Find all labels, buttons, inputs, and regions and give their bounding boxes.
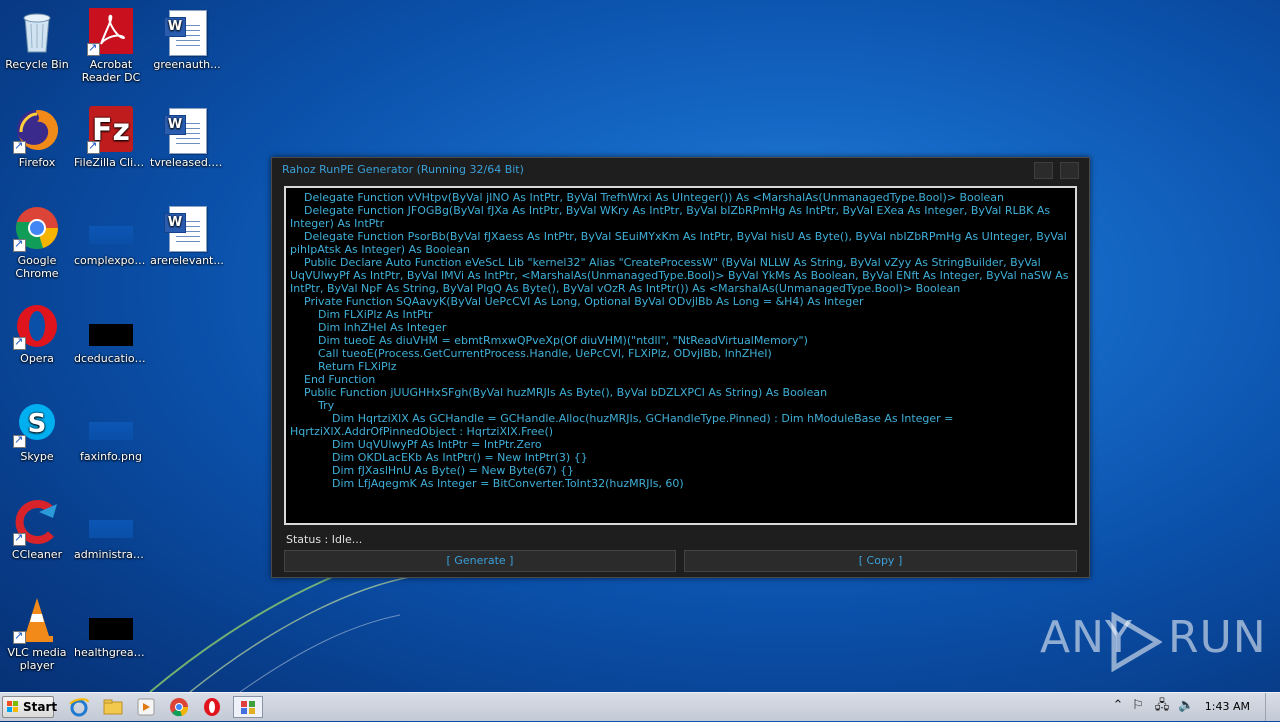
desktop-icon-label: tvreleased.rtf	[150, 156, 224, 169]
desktop-icon-complexpoo[interactable]: complexpoo...	[74, 204, 148, 267]
taskbar: Start ⌃ ⚐ 🖧 🔈 1:43 AM	[0, 692, 1280, 721]
taskbar-runpe-generator[interactable]	[233, 696, 263, 718]
clock[interactable]: 1:43 AM	[1205, 700, 1250, 713]
desktop-icon-ccleaner[interactable]: CCleaner	[0, 498, 74, 561]
desktop-icon-label: VLC media player	[7, 646, 67, 672]
black-file-icon	[87, 302, 135, 350]
start-button[interactable]: Start	[2, 696, 58, 718]
desktop-icon-label: arerelevant...	[150, 254, 224, 267]
runpe-generator-window[interactable]: Rahoz RunPE Generator (Running 32/64 Bit…	[271, 157, 1090, 578]
desktop-icon-label: dceducation...	[74, 352, 148, 365]
code-textarea[interactable]: Delegate Function vVHtpv(ByVal jINO As I…	[284, 186, 1077, 525]
desktop-icon-administrati[interactable]: administrati...	[74, 498, 148, 561]
taskbar-media-player[interactable]	[135, 696, 161, 718]
desktop-icon-opera[interactable]: Opera	[0, 302, 74, 365]
desktop-icon-label: Recycle Bin	[5, 58, 69, 71]
desktop-icon-recycle-bin[interactable]: Recycle Bin	[0, 8, 74, 71]
filezilla-icon: Fz	[87, 106, 135, 154]
desktop-icon-label: FileZilla Client	[74, 156, 148, 169]
desktop-icon-label: Opera	[20, 352, 54, 365]
desktop-icon-label: CCleaner	[11, 548, 63, 561]
shortcut-arrow-icon	[13, 335, 26, 350]
desktop-icon-faxinfo[interactable]: faxinfo.png	[74, 400, 148, 463]
desktop-icon-label: Google Chrome	[15, 254, 59, 280]
desktop-icon-tvreleased[interactable]: W tvreleased.rtf	[150, 106, 224, 169]
desktop-icon-label: administrati...	[74, 548, 148, 561]
shortcut-arrow-icon	[13, 531, 26, 546]
window-title: Rahoz RunPE Generator (Running 32/64 Bit…	[282, 163, 524, 176]
media-player-icon	[137, 698, 155, 716]
skype-icon: S	[13, 400, 61, 448]
blank-file-icon	[87, 498, 135, 546]
word-document-icon: W	[163, 204, 211, 252]
ccleaner-icon	[13, 498, 61, 546]
minimize-button[interactable]	[1034, 162, 1053, 179]
action-center-flag-icon[interactable]: ⚐	[1130, 698, 1146, 714]
close-button[interactable]	[1060, 162, 1079, 179]
blank-file-icon	[87, 400, 135, 448]
desktop-icon-chrome[interactable]: Google Chrome	[0, 204, 74, 280]
opera-icon	[204, 698, 220, 716]
desktop-icon-firefox[interactable]: Firefox	[0, 106, 74, 169]
shortcut-arrow-icon	[13, 433, 26, 448]
anyrun-watermark-right: RUN	[1168, 612, 1267, 663]
chrome-icon	[13, 204, 61, 252]
word-document-icon: W	[163, 106, 211, 154]
shortcut-arrow-icon	[13, 139, 26, 154]
taskbar-opera[interactable]	[201, 696, 227, 718]
show-hidden-icons-icon[interactable]: ⌃	[1110, 698, 1126, 714]
word-document-icon: W	[163, 8, 211, 56]
desktop-icon-dceducation[interactable]: dceducation...	[74, 302, 148, 365]
generate-button[interactable]: [ Generate ]	[284, 550, 676, 572]
desktop-icon-label: Acrobat Reader DC	[81, 58, 141, 84]
taskbar-ie[interactable]	[68, 696, 94, 718]
desktop-icon-label: complexpoo...	[74, 254, 148, 267]
desktop-icon-acrobat[interactable]: Acrobat Reader DC	[74, 8, 148, 84]
show-desktop-button[interactable]	[1265, 693, 1280, 721]
folder-icon	[103, 699, 123, 715]
network-icon[interactable]: 🖧	[1154, 698, 1170, 714]
volume-icon[interactable]: 🔈	[1178, 698, 1194, 714]
firefox-icon	[13, 106, 61, 154]
desktop-icon-healthgreat[interactable]: healthgreat...	[74, 596, 148, 659]
desktop-icon-label: healthgreat...	[74, 646, 148, 659]
internet-explorer-icon	[69, 698, 89, 717]
shortcut-arrow-icon	[87, 139, 100, 154]
black-file-icon	[87, 596, 135, 644]
acrobat-icon	[87, 8, 135, 56]
svg-text:S: S	[28, 409, 47, 439]
shortcut-arrow-icon	[87, 41, 100, 56]
chrome-icon	[170, 698, 189, 717]
taskbar-explorer[interactable]	[102, 696, 128, 718]
vlc-cone-icon	[13, 596, 61, 644]
desktop-icon-greenauth[interactable]: W greenauth...	[150, 8, 224, 71]
shortcut-arrow-icon	[13, 237, 26, 252]
shortcut-arrow-icon	[13, 629, 26, 644]
windows-flag-icon	[7, 701, 18, 712]
taskbar-chrome[interactable]	[168, 696, 194, 718]
application-icon	[241, 701, 255, 714]
blank-file-icon	[87, 204, 135, 252]
desktop-icon-label: Firefox	[18, 156, 56, 169]
copy-button[interactable]: [ Copy ]	[684, 550, 1077, 572]
desktop-icon-skype[interactable]: S Skype	[0, 400, 74, 463]
desktop-icon-arerelevant[interactable]: W arerelevant...	[150, 204, 224, 267]
start-label: Start	[23, 700, 58, 714]
desktop-icon-label: Skype	[20, 450, 54, 463]
desktop-icon-filezilla[interactable]: Fz FileZilla Client	[74, 106, 148, 169]
opera-icon	[13, 302, 61, 350]
recycle-bin-icon	[13, 8, 61, 56]
desktop-icon-vlc[interactable]: VLC media player	[0, 596, 74, 672]
status-label: Status : Idle...	[286, 533, 363, 546]
anyrun-play-logo-icon	[1111, 612, 1162, 672]
desktop-icon-label: faxinfo.png	[80, 450, 142, 463]
desktop-icon-label: greenauth...	[153, 58, 221, 71]
